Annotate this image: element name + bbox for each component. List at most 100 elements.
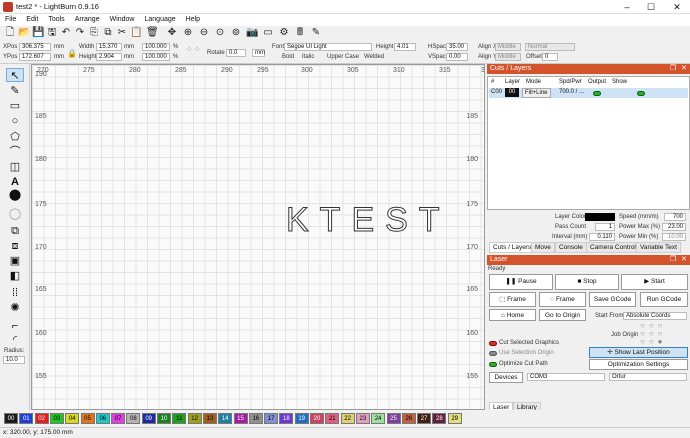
palette-swatch-27[interactable]: 27 <box>417 413 432 424</box>
palette-swatch-07[interactable]: 07 <box>111 413 126 424</box>
font-style-select[interactable]: Normal <box>525 43 575 51</box>
tab-move[interactable]: Move <box>531 242 555 253</box>
palette-swatch-13[interactable]: 13 <box>202 413 217 424</box>
output-toggle[interactable] <box>593 91 601 96</box>
text-tool-icon[interactable]: A <box>6 175 24 189</box>
palette-swatch-24[interactable]: 24 <box>371 413 386 424</box>
palette-swatch-22[interactable]: 22 <box>340 413 355 424</box>
palette-swatch-20[interactable]: 20 <box>310 413 324 424</box>
run-gcode-button[interactable]: Run GCode <box>640 292 688 307</box>
ellipse-tool-icon[interactable]: ○ <box>6 114 24 128</box>
edit-nodes-icon[interactable]: ✎ <box>6 84 24 98</box>
measure-icon[interactable]: ◫ <box>6 160 24 174</box>
panel-close-icon[interactable]: ✕ <box>680 65 688 73</box>
save-as-icon[interactable]: 🖫 <box>46 27 58 39</box>
palette-swatch-01[interactable]: 01 <box>19 413 34 424</box>
table-row[interactable]: C00 00 Fill+Line 700.0 / ... <box>489 88 688 98</box>
port-select[interactable]: COM3 <box>527 373 605 381</box>
anchor-grid-icon[interactable]: ⁘⁘ <box>186 45 201 54</box>
home-button[interactable]: ⌂ Home <box>489 309 536 321</box>
start-button[interactable]: ▶ Start <box>621 274 688 290</box>
italic-checkbox[interactable]: Italic <box>302 54 314 60</box>
circular-array-icon[interactable]: ✺ <box>6 301 24 315</box>
align-x-select[interactable]: Middle <box>495 43 521 51</box>
undo-icon[interactable]: ↶ <box>60 27 72 39</box>
palette-swatch-26[interactable]: 26 <box>401 413 416 424</box>
zoom-fit-icon[interactable]: ⊙ <box>214 27 226 39</box>
menu-file[interactable]: File <box>0 14 21 23</box>
rectangle-tool-icon[interactable]: ▭ <box>6 99 24 113</box>
palette-swatch-03[interactable]: 03 <box>49 413 64 424</box>
copy-icon[interactable]: ⧉ <box>102 27 114 39</box>
width-field[interactable]: 15.370 <box>96 43 122 51</box>
position-laser-icon[interactable]: ⬤ <box>6 188 24 202</box>
palette-swatch-28[interactable]: 28 <box>432 413 447 424</box>
layer-color-swatch[interactable] <box>585 213 615 221</box>
mode-select[interactable]: Fill+Line <box>522 88 551 98</box>
palette-swatch-16[interactable]: 16 <box>248 413 263 424</box>
uppercase-checkbox[interactable]: Upper Case <box>327 54 359 60</box>
open-folder-icon[interactable]: 📂 <box>18 27 30 39</box>
palette-swatch-14[interactable]: 14 <box>218 413 233 424</box>
font-height-field[interactable]: 4.01 <box>394 43 416 51</box>
line-tool-icon[interactable]: ⌒ <box>6 145 24 159</box>
corner-tool-icon[interactable]: ⌐ <box>6 319 24 333</box>
align-y-select[interactable]: Middle <box>495 53 521 61</box>
interval-field[interactable]: 0.110 <box>589 233 615 241</box>
go-to-origin-button[interactable]: Go to Origin <box>539 309 586 321</box>
hspace-field[interactable]: 35.00 <box>446 43 468 51</box>
select-tool-icon[interactable]: ↖ <box>6 68 24 82</box>
lock-icon[interactable]: 🔒 <box>67 49 77 58</box>
palette-swatch-10[interactable]: 10 <box>157 413 171 424</box>
palette-swatch-29[interactable]: 29 <box>447 413 462 424</box>
start-from-select[interactable]: Absolute Coords <box>623 312 687 320</box>
zoom-out-icon[interactable]: ⊖ <box>198 27 210 39</box>
menu-language[interactable]: Language <box>140 14 181 23</box>
zoom-select-icon[interactable]: ⊚ <box>230 27 242 39</box>
radius-field[interactable]: 10.0 <box>3 356 25 364</box>
pause-button[interactable]: ❚❚ Pause <box>489 274 553 290</box>
power-max-field[interactable]: 23.00 <box>662 223 686 231</box>
camera-icon[interactable]: 📷 <box>246 27 258 39</box>
frame-circle-button[interactable]: ◌ Frame <box>539 292 586 307</box>
design-canvas[interactable]: 270 275 280 285 290 295 300 305 310 315 … <box>31 64 485 410</box>
palette-swatch-12[interactable]: 12 <box>187 413 202 424</box>
palette-swatch-00[interactable]: 00 <box>4 413 18 424</box>
cut-selected-toggle[interactable] <box>489 341 497 346</box>
power-min-field[interactable]: 10.00 <box>662 233 686 241</box>
job-origin-grid-icon[interactable]: ○○○ ○○○ ○○● <box>640 322 667 346</box>
move-icon[interactable]: ✥ <box>166 27 178 39</box>
menu-help[interactable]: Help <box>181 14 205 23</box>
palette-swatch-02[interactable]: 02 <box>34 413 49 424</box>
pass-count-field[interactable]: 1 <box>595 223 615 231</box>
save-gcode-button[interactable]: Save GCode <box>589 292 636 307</box>
weld-icon[interactable]: ◧ <box>6 269 24 283</box>
new-file-icon[interactable]: 🗋 <box>4 27 16 39</box>
tab-console[interactable]: Console <box>555 242 587 253</box>
use-selection-origin-toggle[interactable] <box>489 351 497 356</box>
palette-swatch-21[interactable]: 21 <box>325 413 340 424</box>
height-field[interactable]: 2.904 <box>96 53 122 61</box>
palette-swatch-17[interactable]: 17 <box>264 413 279 424</box>
boolean-union-icon[interactable]: ⧉ <box>6 224 24 238</box>
palette-swatch-06[interactable]: 06 <box>95 413 110 424</box>
tab-cuts-layers[interactable]: Cuts / Layers <box>489 242 536 253</box>
maximize-button[interactable]: ☐ <box>642 0 660 14</box>
panel-float-icon[interactable]: ❐ <box>669 256 677 264</box>
trace-icon[interactable]: ✎ <box>310 27 322 39</box>
menu-window[interactable]: Window <box>105 14 140 23</box>
save-icon[interactable]: 💾 <box>32 27 44 39</box>
palette-swatch-05[interactable]: 05 <box>80 413 95 424</box>
menu-arrange[interactable]: Arrange <box>70 14 105 23</box>
polygon-tool-icon[interactable]: ⬠ <box>6 130 24 144</box>
ypos-field[interactable]: 172.607 <box>19 53 51 61</box>
menu-tools[interactable]: Tools <box>43 14 69 23</box>
offset-shape-icon[interactable]: ◯ <box>6 207 24 221</box>
scale-x-field[interactable]: 100.000 <box>142 43 170 51</box>
palette-swatch-11[interactable]: 11 <box>172 413 187 424</box>
boolean-subtract-icon[interactable]: ⧈ <box>6 239 24 253</box>
welded-checkbox[interactable]: Welded <box>364 54 384 60</box>
stop-button[interactable]: ■ Stop <box>555 274 619 290</box>
grid-array-icon[interactable]: ⁞⁞ <box>6 286 24 300</box>
panel-float-icon[interactable]: ❐ <box>669 65 677 73</box>
